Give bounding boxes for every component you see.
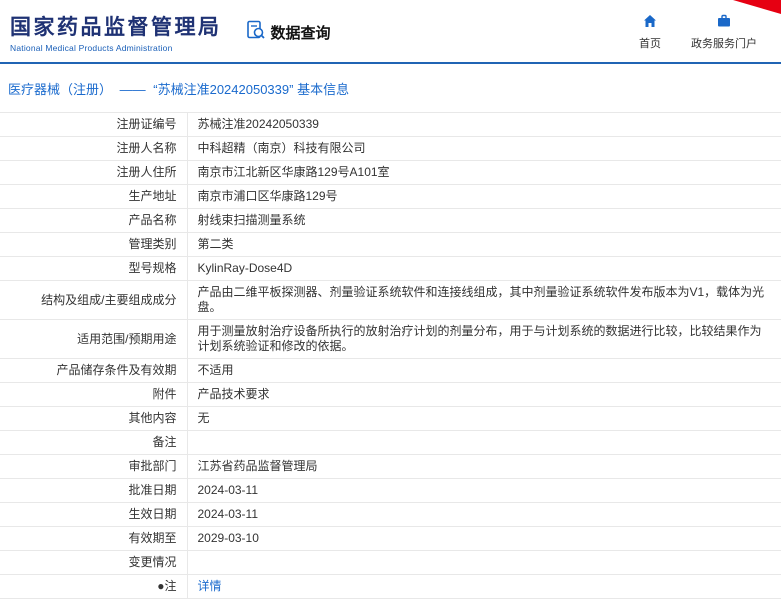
row-label: 批准日期 xyxy=(0,478,188,503)
registration-info-table: 注册证编号 苏械注准20242050339 注册人名称 中科超精（南京）科技有限公司注… xyxy=(0,112,781,599)
row-label: 变更情况 xyxy=(0,550,188,575)
row-label: ●注 xyxy=(0,574,188,599)
briefcase-icon xyxy=(716,13,732,32)
row-label: 管理类别 xyxy=(0,232,188,257)
breadcrumb-page-title: “苏械注准20242050339” 基本信息 xyxy=(153,82,350,97)
breadcrumb: 医疗器械（注册） —— “苏械注准20242050339” 基本信息 xyxy=(0,64,781,112)
row-value: 用于测量放射治疗设备所执行的放射治疗计划的剂量分布，用于与计划系统的数据进行比较… xyxy=(187,319,781,359)
breadcrumb-category[interactable]: 医疗器械（注册） xyxy=(8,82,112,97)
row-value: 苏械注准20242050339 xyxy=(187,112,781,137)
row-label: 适用范围/预期用途 xyxy=(0,319,188,359)
row-label: 附件 xyxy=(0,382,188,407)
table-row: 有效期至 2029-03-10 xyxy=(0,526,781,551)
row-value: 详情 xyxy=(187,574,781,599)
table-row: 注册证编号 苏械注准20242050339 xyxy=(0,112,781,137)
row-value xyxy=(187,430,781,455)
table-row: 批准日期 2024-03-11 xyxy=(0,478,781,503)
row-value: 第二类 xyxy=(187,232,781,257)
home-icon xyxy=(642,13,658,32)
table-row: 产品储存条件及有效期 不适用 xyxy=(0,358,781,383)
row-label: 其他内容 xyxy=(0,406,188,431)
data-query-label: 数据查询 xyxy=(270,24,331,42)
row-value: 产品技术要求 xyxy=(187,382,781,407)
row-label: 审批部门 xyxy=(0,454,188,479)
table-row: 备注 xyxy=(0,430,781,455)
row-value: 南京市江北新区华康路129号A101室 xyxy=(187,160,781,185)
row-label: 注册证编号 xyxy=(0,112,188,137)
row-label: 注册人住所 xyxy=(0,160,188,185)
table-row: 结构及组成/主要组成成分 产品由二维平板探测器、剂量验证系统软件和连接线组成，其中… xyxy=(0,280,781,320)
corner-ribbon-decoration xyxy=(733,0,781,14)
table-row: 附件 产品技术要求 xyxy=(0,382,781,407)
row-label: 备注 xyxy=(0,430,188,455)
row-label: 结构及组成/主要组成成分 xyxy=(0,280,188,320)
row-label: 型号规格 xyxy=(0,256,188,281)
row-value: 产品由二维平板探测器、剂量验证系统软件和连接线组成，其中剂量验证系统软件发布版本… xyxy=(187,280,781,320)
row-value: 南京市浦口区华康路129号 xyxy=(187,184,781,209)
header-nav: 首页 政务服务门户 xyxy=(639,13,757,51)
table-row: 适用范围/预期用途 用于测量放射治疗设备所执行的放射治疗计划的剂量分布，用于与计划… xyxy=(0,319,781,359)
nav-gov-portal[interactable]: 政务服务门户 xyxy=(691,13,757,51)
row-label: 产品名称 xyxy=(0,208,188,233)
site-subtitle: National Medical Products Administration xyxy=(10,43,173,53)
row-label: 生产地址 xyxy=(0,184,188,209)
table-row: 产品名称 射线束扫描测量系统 xyxy=(0,208,781,233)
row-value xyxy=(187,550,781,575)
row-label: 产品储存条件及有效期 xyxy=(0,358,188,383)
table-row: ●注 详情 xyxy=(0,574,781,599)
row-value: 2024-03-11 xyxy=(187,502,781,527)
row-value: 中科超精（南京）科技有限公司 xyxy=(187,136,781,161)
row-value: 2029-03-10 xyxy=(187,526,781,551)
row-label: 有效期至 xyxy=(0,526,188,551)
table-row: 生产地址 南京市浦口区华康路129号 xyxy=(0,184,781,209)
nav-home-label: 首页 xyxy=(639,38,661,50)
row-label: 注册人名称 xyxy=(0,136,188,161)
detail-link[interactable]: 详情 xyxy=(198,579,222,593)
row-value: 2024-03-11 xyxy=(187,478,781,503)
table-row: 注册人住所 南京市江北新区华康路129号A101室 xyxy=(0,160,781,185)
table-row: 审批部门 江苏省药品监督管理局 xyxy=(0,454,781,479)
site-title: 国家药品监督管理局 xyxy=(10,16,222,39)
table-row: 管理类别 第二类 xyxy=(0,232,781,257)
table-row: 变更情况 xyxy=(0,550,781,575)
breadcrumb-separator: —— xyxy=(119,82,146,97)
table-row: 其他内容无 xyxy=(0,406,781,431)
table-row: 型号规格 KylinRay-Dose4D xyxy=(0,256,781,281)
data-query-icon xyxy=(246,20,266,44)
row-value: 不适用 xyxy=(187,358,781,383)
nav-gov-portal-label: 政务服务门户 xyxy=(691,38,757,50)
row-value: 射线束扫描测量系统 xyxy=(187,208,781,233)
site-logo[interactable]: 国家药品监督管理局 National Medical Products Admi… xyxy=(10,11,222,53)
site-header: 国家药品监督管理局 National Medical Products Admi… xyxy=(0,0,781,62)
row-value: 无 xyxy=(187,406,781,431)
table-row: 生效日期 2024-03-11 xyxy=(0,502,781,527)
row-value: KylinRay-Dose4D xyxy=(187,256,781,281)
row-label: 生效日期 xyxy=(0,502,188,527)
nav-home[interactable]: 首页 xyxy=(639,13,661,51)
row-value: 江苏省药品监督管理局 xyxy=(187,454,781,479)
data-query-section: 数据查询 xyxy=(246,20,331,44)
table-row: 注册人名称 中科超精（南京）科技有限公司 xyxy=(0,136,781,161)
